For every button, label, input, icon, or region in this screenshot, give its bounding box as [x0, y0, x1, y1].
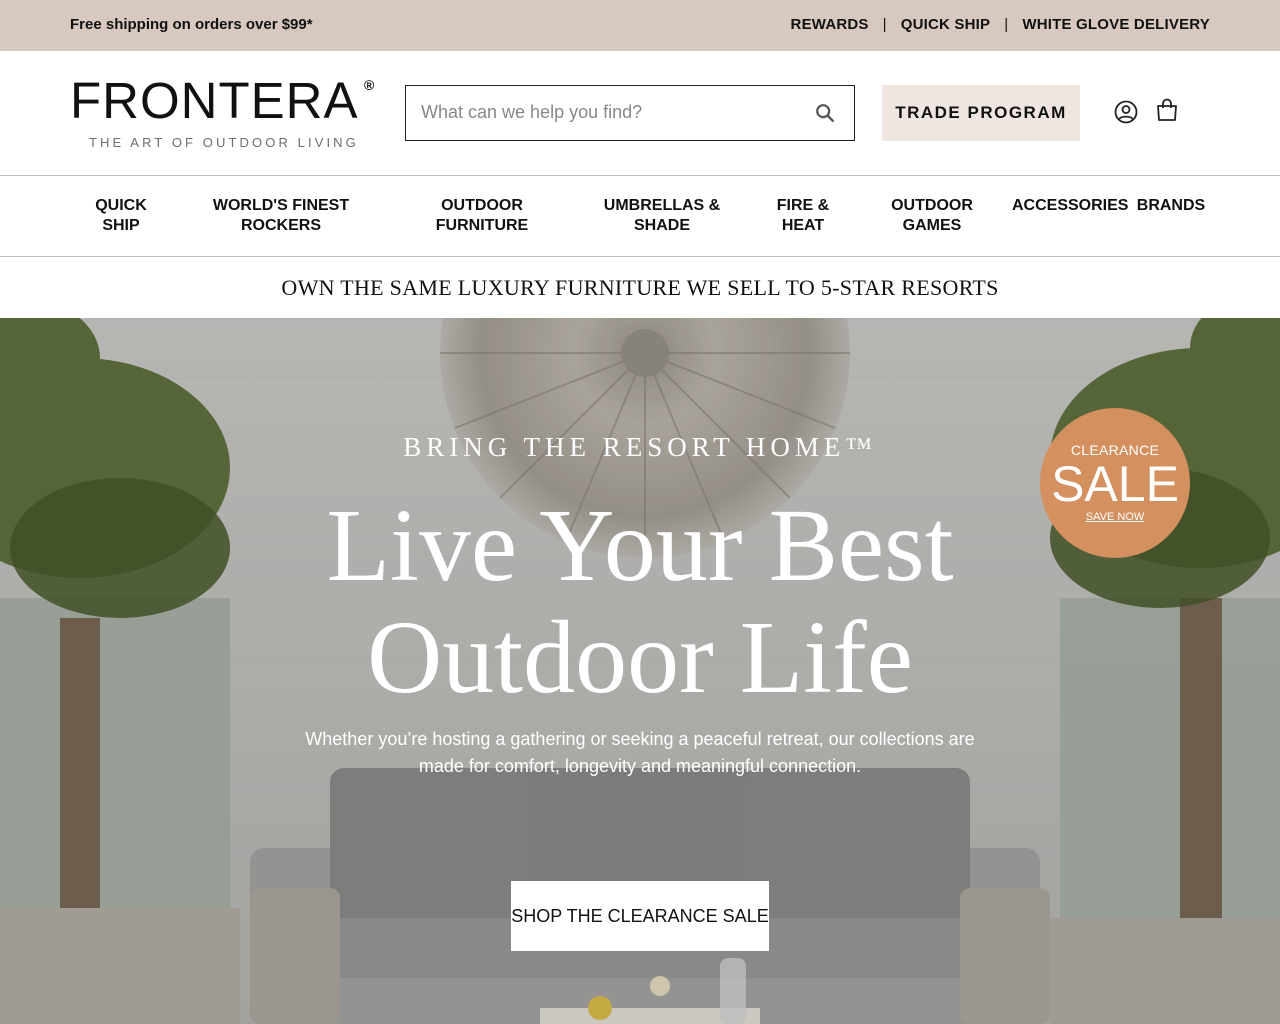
search-icon[interactable] — [814, 102, 836, 124]
nav-item-fire-heat[interactable]: FIRE & HEAT — [764, 196, 842, 236]
save-now-link[interactable]: SAVE NOW — [1040, 511, 1190, 523]
free-shipping-text: Free shipping on orders over $99* — [70, 16, 313, 33]
hero-title-line-2: Outdoor Life — [367, 600, 913, 715]
search-input[interactable] — [406, 86, 786, 139]
quick-ship-link[interactable]: QUICK SHIP — [901, 16, 991, 33]
sale-badge-title: SALE — [1051, 456, 1179, 512]
announcement-banner: OWN THE SAME LUXURY FURNITURE WE SELL TO… — [0, 257, 1280, 318]
logo-tagline: THE ART OF OUTDOOR LIVING — [89, 135, 359, 150]
white-glove-delivery-link[interactable]: WHITE GLOVE DELIVERY — [1022, 16, 1210, 33]
nav-item-outdoor-games[interactable]: OUTDOOR GAMES — [880, 196, 984, 236]
registered-mark: ® — [364, 77, 375, 93]
nav-item-outdoor-furniture[interactable]: OUTDOOR FURNITURE — [427, 196, 537, 236]
logo-wordmark: FRONTERA — [70, 72, 359, 129]
nav-item-brands[interactable]: BRANDS — [1136, 196, 1206, 216]
promo-links: REWARDS | QUICK SHIP | WHITE GLOVE DELIV… — [791, 16, 1210, 33]
hero-banner: BRING THE RESORT HOME™ Live Your Best Ou… — [0, 318, 1280, 1024]
promo-bar: Free shipping on orders over $99* REWARD… — [0, 0, 1280, 51]
separator: | — [882, 16, 887, 33]
trade-program-button[interactable]: TRADE PROGRAM — [882, 85, 1080, 141]
nav-item-accessories[interactable]: ACCESSORIES — [1012, 196, 1128, 216]
nav-item-umbrellas-shade[interactable]: UMBRELLAS & SHADE — [598, 196, 726, 236]
account-icon[interactable] — [1114, 100, 1138, 124]
shop-clearance-sale-button[interactable]: SHOP THE CLEARANCE SALE — [511, 881, 769, 951]
clearance-sale-badge[interactable]: CLEARANCE SALE SAVE NOW — [1040, 408, 1190, 558]
hero-subtitle: Whether you’re hosting a gathering or se… — [305, 729, 975, 776]
site-header: FRONTERA ® THE ART OF OUTDOOR LIVING TRA… — [0, 51, 1280, 176]
main-nav: QUICK SHIP WORLD'S FINEST ROCKERS OUTDOO… — [0, 176, 1280, 257]
cart-icon[interactable] — [1156, 98, 1178, 122]
separator: | — [1004, 16, 1009, 33]
nav-item-worlds-finest-rockers[interactable]: WORLD'S FINEST ROCKERS — [205, 196, 357, 236]
rewards-link[interactable]: REWARDS — [791, 16, 869, 33]
search-box — [405, 85, 855, 141]
nav-item-quick-ship[interactable]: QUICK SHIP — [82, 196, 160, 236]
logo[interactable]: FRONTERA ® THE ART OF OUTDOOR LIVING — [70, 75, 380, 155]
